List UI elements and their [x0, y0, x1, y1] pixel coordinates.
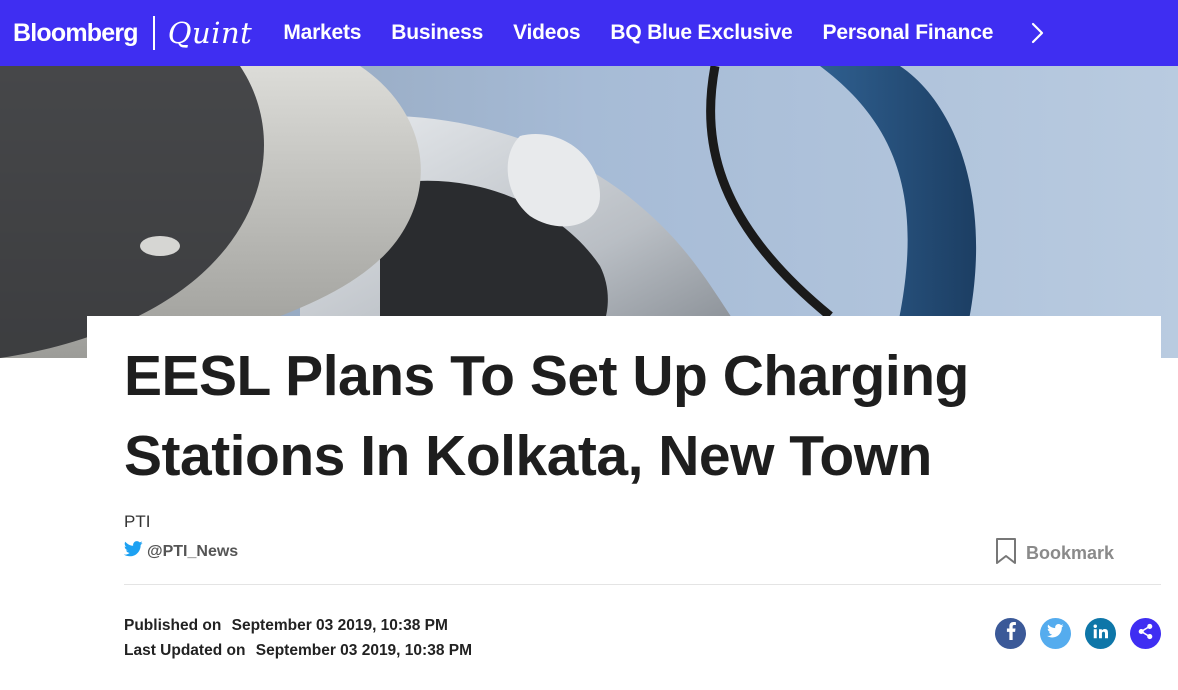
logo-divider — [152, 16, 155, 50]
publish-dates: Published on September 03 2019, 10:38 PM… — [124, 613, 472, 663]
article-header-card: EESL Plans To Set Up Charging Stations I… — [87, 316, 1161, 690]
top-nav-bar: Bloomberg Quint Markets Business Videos … — [0, 0, 1178, 66]
share-icon — [1137, 623, 1154, 645]
logo-bloomberg-text: Bloomberg — [13, 18, 139, 47]
twitter-share-button[interactable] — [1040, 618, 1071, 649]
bookmark-label: Bookmark — [1026, 543, 1115, 563]
headline-line-1: EESL Plans To Set Up Charging — [124, 344, 969, 408]
hero-image — [0, 66, 1178, 358]
published-date: September 03 2019, 10:38 PM — [231, 617, 448, 634]
published-row: Published on September 03 2019, 10:38 PM — [124, 613, 472, 638]
facebook-share-button[interactable] — [995, 618, 1026, 649]
updated-label: Last Updated on — [124, 642, 246, 659]
bloomberg-quint-logo[interactable]: Bloomberg Quint — [13, 0, 252, 66]
linkedin-icon — [1093, 624, 1108, 644]
published-label: Published on — [124, 617, 222, 634]
nav-item-bq-blue-exclusive[interactable]: BQ Blue Exclusive — [610, 21, 792, 45]
facebook-icon — [1005, 622, 1017, 645]
nav-item-personal-finance[interactable]: Personal Finance — [823, 21, 994, 45]
share-bar — [995, 618, 1161, 649]
article-headline: EESL Plans To Set Up Charging Stations I… — [124, 336, 1084, 496]
author-twitter-link[interactable]: @PTI_News — [123, 541, 239, 562]
twitter-icon — [1047, 624, 1064, 643]
ev-charger-photo-icon — [0, 66, 1178, 358]
nav-menu: Markets Business Videos BQ Blue Exclusiv… — [283, 21, 1048, 45]
more-share-button[interactable] — [1130, 618, 1161, 649]
byline-divider — [124, 584, 1161, 585]
updated-row: Last Updated on September 03 2019, 10:38… — [124, 638, 472, 663]
linkedin-share-button[interactable] — [1085, 618, 1116, 649]
author-name: PTI — [124, 512, 151, 531]
headline-line-2: Stations In Kolkata, New Town — [124, 424, 932, 488]
updated-date: September 03 2019, 10:38 PM — [255, 642, 472, 659]
bookmark-button[interactable]: Bookmark — [995, 537, 1114, 570]
nav-item-markets[interactable]: Markets — [283, 21, 361, 45]
chevron-right-icon[interactable] — [1026, 22, 1048, 44]
logo-quint-text: Quint — [167, 16, 253, 50]
twitter-handle-text: @PTI_News — [147, 542, 239, 560]
nav-item-videos[interactable]: Videos — [513, 21, 580, 45]
nav-item-business[interactable]: Business — [391, 21, 483, 45]
twitter-bird-icon — [123, 541, 143, 562]
bookmark-icon — [995, 537, 1017, 570]
